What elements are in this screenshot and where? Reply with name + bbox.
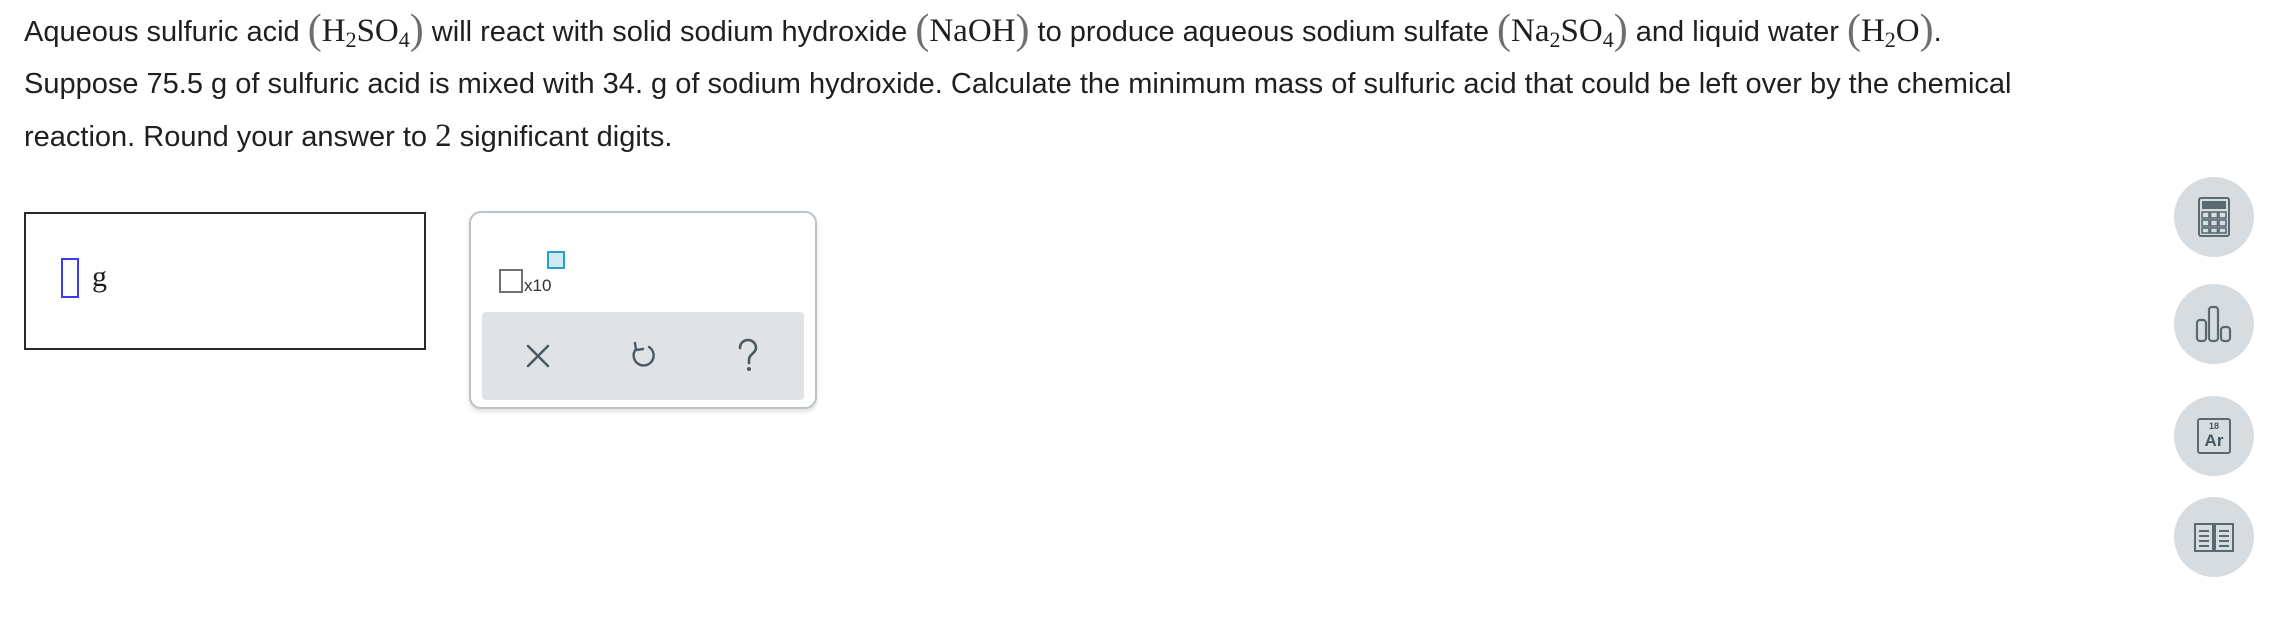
calculator-icon xyxy=(2198,197,2230,237)
math-toolbox: x10 xyxy=(469,211,817,409)
formula-sodium-hydroxide: NaOH xyxy=(929,13,1016,49)
clear-icon xyxy=(526,344,550,368)
element-symbol: Ar xyxy=(2204,431,2224,450)
question-line-3: reaction. Round your answer to 2 signifi… xyxy=(24,118,673,154)
exponent-box-icon xyxy=(547,251,565,269)
help-button[interactable] xyxy=(722,330,774,382)
answer-cursor[interactable] xyxy=(61,258,79,298)
clear-button[interactable] xyxy=(512,330,564,382)
element-number: 18 xyxy=(2208,421,2219,431)
times-ten-label: x10 xyxy=(524,276,552,295)
periodic-element-icon: 18 Ar xyxy=(2197,418,2231,454)
formula-sulfuric-acid: H2SO4 xyxy=(321,13,410,52)
bar-chart-icon xyxy=(2195,305,2232,343)
reference-button[interactable] xyxy=(2174,497,2254,577)
question-line-2: Suppose 75.5 g of sulfuric acid is mixed… xyxy=(24,68,2012,100)
undo-button[interactable] xyxy=(617,330,669,382)
answer-unit: g xyxy=(92,260,107,293)
answer-input[interactable]: g xyxy=(24,212,426,350)
formula-sodium-sulfate: Na2SO4 xyxy=(1511,13,1614,52)
toolbox-actions xyxy=(482,312,804,400)
question-text: Aqueous sulfuric acid (H2SO4) will react… xyxy=(24,4,2254,163)
scientific-notation-button[interactable]: x10 xyxy=(499,251,565,299)
undo-icon xyxy=(632,341,655,367)
formula-water: H2O xyxy=(1860,13,1920,52)
calculator-button[interactable] xyxy=(2174,177,2254,257)
help-icon xyxy=(738,338,758,371)
book-icon xyxy=(2194,523,2234,552)
chart-button[interactable] xyxy=(2174,284,2254,364)
question-line-1: Aqueous sulfuric acid (H2SO4) will react… xyxy=(24,7,1942,53)
significant-digits-count: 2 xyxy=(435,118,452,154)
mantissa-box-icon xyxy=(499,269,523,293)
periodic-table-button[interactable]: 18 Ar xyxy=(2174,396,2254,476)
